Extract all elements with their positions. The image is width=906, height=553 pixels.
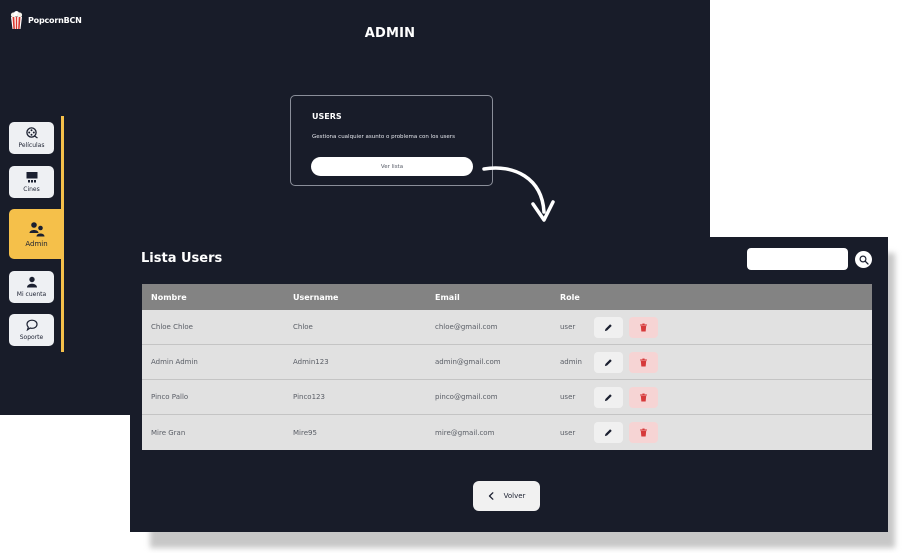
cell-username: Chloe <box>293 323 313 331</box>
table-header: Nombre Username Email Role <box>142 284 872 310</box>
admin-users-icon <box>29 221 44 236</box>
cell-role: user <box>560 393 576 401</box>
sidebar-item-label: Películas <box>18 142 45 149</box>
chat-bubble-icon <box>25 319 38 331</box>
cell-nombre: Pinco Pallo <box>151 393 189 401</box>
table-row: Admin Admin Admin123 admin@gmail.com adm… <box>142 345 872 380</box>
list-title: Lista Users <box>141 251 223 266</box>
delete-button[interactable] <box>629 422 658 443</box>
delete-button[interactable] <box>629 351 658 373</box>
curved-arrow-icon <box>482 166 555 222</box>
delete-button[interactable] <box>629 386 658 408</box>
cell-email: pinco@gmail.com <box>435 393 498 401</box>
row-actions <box>594 422 658 443</box>
sidebar-item-label: Admin <box>25 239 48 248</box>
cell-email: admin@gmail.com <box>435 358 501 366</box>
table-row: Mire Gran Mire95 mire@gmail.com user <box>142 415 872 450</box>
search-button[interactable] <box>855 251 872 268</box>
cell-role: user <box>560 323 576 331</box>
sidebar-item-soporte[interactable]: Soporte <box>9 314 54 346</box>
edit-button[interactable] <box>594 351 623 373</box>
pencil-icon <box>604 323 612 331</box>
row-actions <box>594 386 658 408</box>
sidebar-item-admin[interactable]: Admin <box>9 209 64 259</box>
users-card: USERS Gestiona cualquier asunto o proble… <box>290 95 493 186</box>
column-header-email: Email <box>435 292 460 302</box>
cell-username: Mire95 <box>293 428 317 437</box>
brand-name: PopcornBCN <box>28 15 82 25</box>
volver-button[interactable]: Volver <box>473 481 540 511</box>
user-icon <box>26 276 37 288</box>
cinema-screen-icon <box>26 172 37 183</box>
sidebar-item-mi-cuenta[interactable]: Mi cuenta <box>9 271 54 303</box>
search-icon <box>858 254 869 265</box>
trash-icon <box>640 358 647 366</box>
delete-button[interactable] <box>629 316 658 338</box>
trash-icon <box>640 428 647 437</box>
sidebar: Películas Cines Admin Mi cuenta Soporte <box>0 116 65 352</box>
sidebar-item-label: Cines <box>23 186 40 193</box>
column-header-role: Role <box>560 292 580 302</box>
cell-role: user <box>560 428 576 437</box>
card-title: USERS <box>312 112 342 121</box>
table-row: Chloe Chloe Chloe chloe@gmail.com user <box>142 310 872 345</box>
page-title: ADMIN <box>364 26 416 41</box>
ver-lista-button[interactable]: Ver lista <box>311 157 473 176</box>
row-actions <box>594 351 658 373</box>
edit-button[interactable] <box>594 316 623 338</box>
cell-nombre: Admin Admin <box>151 358 198 366</box>
chevron-left-icon <box>488 492 494 500</box>
user-list-window: Lista Users Nombre Username Email Role C… <box>130 237 888 532</box>
card-description: Gestiona cualquier asunto o problema con… <box>312 134 455 140</box>
table-row: Pinco Pallo Pinco123 pinco@gmail.com use… <box>142 380 872 415</box>
cell-email: mire@gmail.com <box>435 428 495 437</box>
trash-icon <box>640 323 647 331</box>
sidebar-item-label: Soporte <box>19 334 44 341</box>
volver-label: Volver <box>503 492 526 500</box>
cell-email: chloe@gmail.com <box>435 323 498 331</box>
row-actions <box>594 316 658 338</box>
edit-button[interactable] <box>594 422 623 443</box>
cell-username: Pinco123 <box>293 393 325 401</box>
cell-nombre: Mire Gran <box>151 428 186 437</box>
pencil-icon <box>604 429 612 437</box>
cell-username: Admin123 <box>293 358 329 366</box>
edit-button[interactable] <box>594 386 623 408</box>
cell-nombre: Chloe Chloe <box>151 323 193 331</box>
sidebar-item-peliculas[interactable]: Películas <box>9 122 54 154</box>
column-header-username: Username <box>293 292 339 302</box>
pencil-icon <box>604 358 612 366</box>
pencil-icon <box>604 393 612 401</box>
search-input[interactable] <box>747 248 848 270</box>
film-reel-icon <box>25 127 38 139</box>
column-header-nombre: Nombre <box>151 292 187 302</box>
users-table: Nombre Username Email Role Chloe Chloe C… <box>142 284 872 450</box>
trash-icon <box>640 393 647 401</box>
cell-role: admin <box>560 358 582 366</box>
sidebar-item-cines[interactable]: Cines <box>9 166 54 198</box>
sidebar-item-label: Mi cuenta <box>16 291 47 298</box>
